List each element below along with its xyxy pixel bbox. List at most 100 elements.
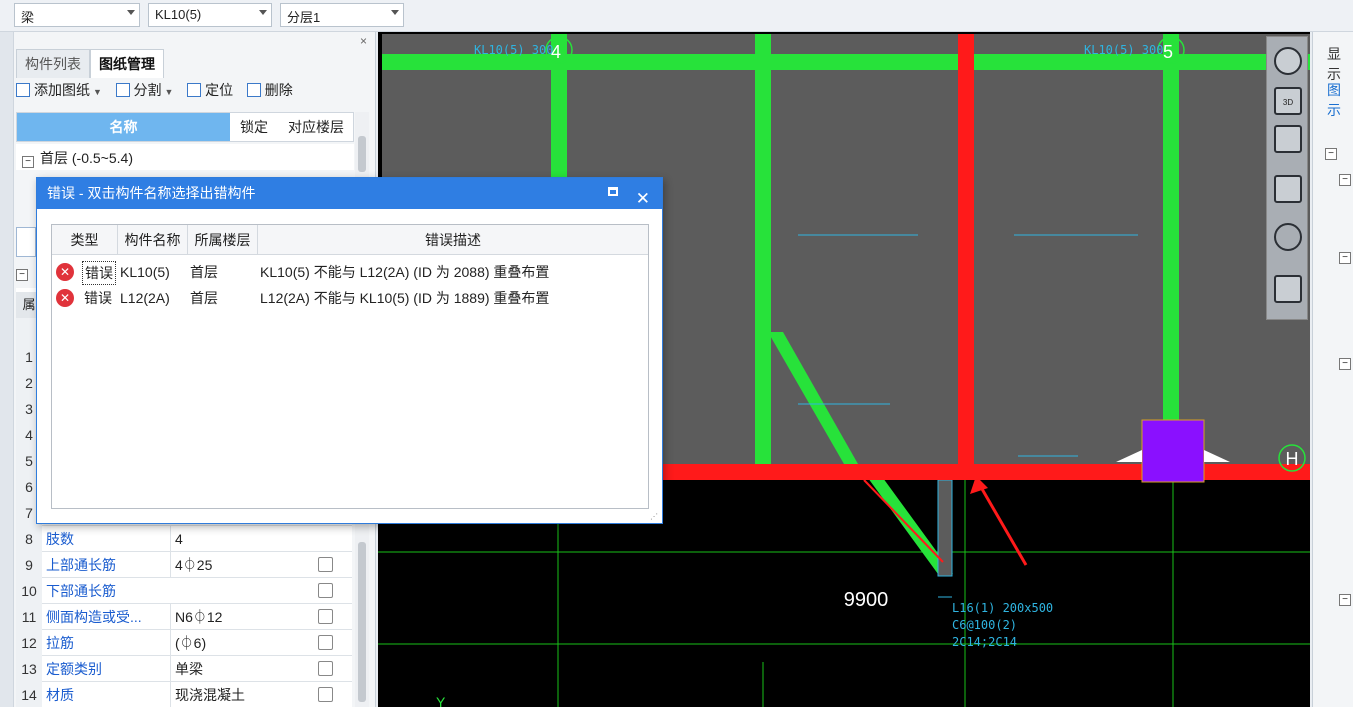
component-type-select[interactable]: 梁 — [14, 3, 140, 27]
property-checkbox[interactable] — [318, 583, 333, 598]
right-panel: 显示 图示 − − − − − — [1312, 32, 1353, 707]
column-floor[interactable]: 所属楼层 — [188, 225, 258, 255]
property-name: 肢数 — [46, 531, 74, 547]
close-icon[interactable]: × — [360, 34, 367, 48]
tree-selected-row-edge[interactable] — [16, 227, 36, 257]
dialog-title-bar[interactable]: 错误 - 双击构件名称选择出错构件 ✕ — [37, 178, 662, 209]
left-dock-strip — [0, 32, 14, 707]
grid-select-icon[interactable] — [1274, 275, 1302, 303]
collapse-icon[interactable]: − — [22, 156, 34, 168]
collapse-icon[interactable]: − — [1339, 358, 1351, 370]
column-floor[interactable]: 对应楼层 — [277, 113, 355, 141]
table-row[interactable]: 10 下部通长筋 — [16, 578, 352, 604]
maximize-icon[interactable] — [608, 187, 618, 196]
beam-label-text: KL10(5) 300 — [474, 43, 553, 57]
locate-icon — [187, 83, 202, 97]
add-drawing-label: 添加图纸 — [34, 82, 90, 98]
rotate-icon[interactable] — [1274, 223, 1302, 251]
component-name-value: KL10(5) — [155, 7, 202, 22]
beam-L12-vertical-error[interactable] — [958, 34, 974, 464]
property-name: 侧面构造或受... — [46, 609, 142, 625]
tab-drawing-management[interactable]: 图纸管理 — [90, 49, 164, 78]
component-type-value: 梁 — [21, 10, 35, 25]
view-tools-panel: 3D — [1266, 36, 1308, 320]
chevron-down-icon: ▼ — [164, 87, 174, 97]
column-description[interactable]: 错误描述 — [258, 225, 648, 255]
table-row[interactable]: ✕ 错误 KL10(5) 首层 KL10(5) 不能与 L12(2A) (ID … — [52, 259, 648, 285]
tree-collapse-2[interactable]: − — [16, 264, 34, 281]
error-description: KL10(5) 不能与 L12(2A) (ID 为 2088) 重叠布置 — [260, 264, 550, 280]
left-panel-tabs: 构件列表 图纸管理 — [16, 49, 164, 78]
drawing-toolbar: 添加图纸 ▼ 分割 ▼ 定位 删除 — [16, 80, 303, 106]
table-row[interactable]: 11 侧面构造或受... N6⏀12 — [16, 604, 352, 630]
chevron-down-icon — [259, 10, 267, 15]
chevron-down-icon — [127, 10, 135, 15]
collapse-icon[interactable]: − — [1339, 174, 1351, 186]
column[interactable] — [1141, 419, 1205, 483]
row-number: 9 — [16, 552, 42, 578]
y-axis-label: Y — [436, 694, 446, 707]
column-component-name[interactable]: 构件名称 — [118, 225, 188, 255]
table-row[interactable]: 13 定额类别 单梁 — [16, 656, 352, 682]
dialog-title: 错误 - 双击构件名称选择出错构件 — [47, 185, 256, 201]
cube-top-icon[interactable] — [1274, 125, 1302, 153]
error-description: L12(2A) 不能与 KL10(5) (ID 为 1889) 重叠布置 — [260, 290, 550, 306]
beam-axis-5[interactable] — [1163, 34, 1179, 474]
column-name[interactable]: 名称 — [17, 113, 230, 141]
resize-grip-icon[interactable]: ⋰ — [650, 512, 658, 521]
component-name-select[interactable]: KL10(5) — [148, 3, 272, 27]
error-type: 错误 — [82, 261, 116, 285]
collapse-icon[interactable]: − — [1339, 252, 1351, 264]
layer-select[interactable]: 分层1 — [280, 3, 404, 27]
column-lock[interactable]: 锁定 — [233, 113, 275, 141]
table-row[interactable]: 14 材质 现浇混凝土 — [16, 682, 352, 707]
table-row[interactable]: 8 肢数 4 — [16, 526, 352, 552]
tab-display[interactable]: 显示 — [1327, 44, 1353, 84]
property-value[interactable]: 4 — [170, 526, 300, 552]
locate-label: 定位 — [205, 82, 234, 98]
property-name: 拉筋 — [46, 635, 74, 651]
property-value[interactable]: 4⏀25 — [170, 552, 300, 578]
table-row[interactable]: 9 上部通长筋 4⏀25 — [16, 552, 352, 578]
property-checkbox[interactable] — [318, 687, 333, 702]
scrollbar-thumb-lower[interactable] — [358, 542, 366, 702]
add-drawing-button[interactable]: 添加图纸 ▼ — [16, 80, 102, 100]
error-component-name[interactable]: KL10(5) — [120, 259, 170, 285]
collapse-icon[interactable]: − — [1325, 148, 1337, 160]
property-checkbox[interactable] — [318, 557, 333, 572]
property-value[interactable]: 现浇混凝土 — [170, 682, 300, 707]
locate-button[interactable]: 定位 — [187, 80, 233, 100]
property-checkbox[interactable] — [318, 609, 333, 624]
split-button[interactable]: 分割 ▼ — [115, 80, 174, 100]
column-type[interactable]: 类型 — [52, 225, 118, 255]
error-component-name[interactable]: L12(2A) — [120, 285, 170, 311]
beam-note-line-3: 2C14;2C14 — [952, 635, 1017, 649]
error-floor: 首层 — [190, 290, 218, 306]
property-checkbox[interactable] — [318, 635, 333, 650]
collapse-icon[interactable]: − — [16, 269, 28, 281]
property-checkbox[interactable] — [318, 661, 333, 676]
collapse-icon[interactable]: − — [1339, 594, 1351, 606]
property-table: 8 肢数 4 9 上部通长筋 4⏀25 10 下部通长筋 11 侧面构造或受... N6⏀12… — [16, 526, 352, 707]
tree-node-first-floor[interactable]: − 首层 (-0.5~5.4) — [16, 144, 354, 170]
3d-view-icon[interactable]: 3D — [1274, 87, 1302, 115]
split-icon — [115, 83, 130, 97]
table-row[interactable]: ✕ 错误 L12(2A) 首层 L12(2A) 不能与 KL10(5) (ID … — [52, 285, 648, 311]
beam-vertical-middle[interactable] — [755, 34, 771, 474]
property-value[interactable]: N6⏀12 — [170, 604, 300, 630]
property-value[interactable]: (⏀6) — [170, 630, 300, 656]
beam-L16[interactable] — [937, 479, 953, 577]
axis-label-H: H — [1286, 449, 1299, 469]
property-name: 材质 — [46, 687, 74, 703]
axis-label-4: 4 — [551, 42, 561, 62]
tab-legend[interactable]: 图示 — [1327, 80, 1353, 120]
property-value[interactable]: 单梁 — [170, 656, 300, 682]
tab-component-list[interactable]: 构件列表 — [16, 49, 90, 78]
orbit-icon[interactable] — [1274, 47, 1302, 75]
table-row[interactable]: 12 拉筋 (⏀6) — [16, 630, 352, 656]
delete-button[interactable]: 删除 — [246, 80, 293, 100]
close-icon[interactable]: ✕ — [636, 183, 650, 214]
error-icon: ✕ — [56, 263, 74, 281]
cube-front-icon[interactable] — [1274, 175, 1302, 203]
scrollbar-thumb[interactable] — [358, 136, 366, 172]
